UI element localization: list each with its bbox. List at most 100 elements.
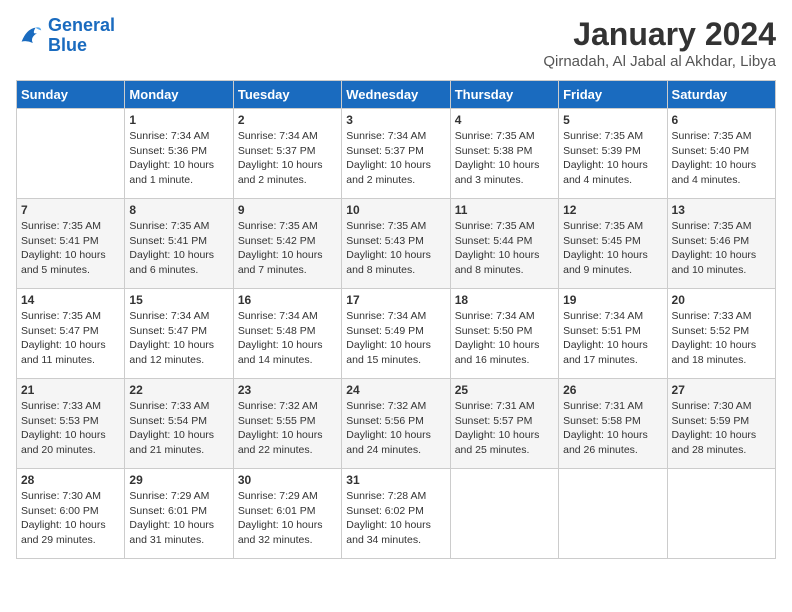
- calendar-cell: 25 Sunrise: 7:31 AMSunset: 5:57 PMDayligh…: [450, 379, 558, 469]
- day-number: 26: [563, 383, 662, 397]
- title-block: January 2024 Qirnadah, Al Jabal al Akhda…: [543, 16, 776, 70]
- calendar-cell: 31Sunrise: 7:28 AMSunset: 6:02 PMDayligh…: [342, 469, 450, 559]
- day-number: 28: [21, 473, 120, 487]
- calendar-cell: [667, 469, 775, 559]
- day-info: Sunrise: 7:33 AMSunset: 5:54 PMDaylight:…: [129, 399, 228, 458]
- calendar-cell: 8Sunrise: 7:35 AMSunset: 5:41 PMDaylight…: [125, 199, 233, 289]
- header-saturday: Saturday: [667, 81, 775, 109]
- day-info: Sunrise: 7:34 AMSunset: 5:49 PMDaylight:…: [346, 309, 445, 368]
- day-number: 14: [21, 293, 120, 307]
- calendar-cell: 18 Sunrise: 7:34 AMSunset: 5:50 PMDayligh…: [450, 289, 558, 379]
- header-wednesday: Wednesday: [342, 81, 450, 109]
- day-number: 22: [129, 383, 228, 397]
- calendar-cell: 11Sunrise: 7:35 AMSunset: 5:44 PMDayligh…: [450, 199, 558, 289]
- day-number: 23: [238, 383, 337, 397]
- day-info: Sunrise: 7:34 AMSunset: 5:36 PMDaylight:…: [129, 129, 228, 188]
- day-number: 10: [346, 203, 445, 217]
- calendar-cell: 22 Sunrise: 7:33 AMSunset: 5:54 PMDayligh…: [125, 379, 233, 469]
- calendar-cell: 15 Sunrise: 7:34 AMSunset: 5:47 PMDayligh…: [125, 289, 233, 379]
- day-info: Sunrise: 7:35 AMSunset: 5:46 PMDaylight:…: [672, 219, 771, 278]
- header-thursday: Thursday: [450, 81, 558, 109]
- day-info: Sunrise: 7:35 AMSunset: 5:40 PMDaylight:…: [672, 129, 771, 188]
- header-friday: Friday: [559, 81, 667, 109]
- calendar-cell: 19Sunrise: 7:34 AMSunset: 5:51 PMDayligh…: [559, 289, 667, 379]
- day-info: Sunrise: 7:35 AMSunset: 5:39 PMDaylight:…: [563, 129, 662, 188]
- day-info: Sunrise: 7:35 AMSunset: 5:44 PMDaylight:…: [455, 219, 554, 278]
- location-subtitle: Qirnadah, Al Jabal al Akhdar, Libya: [543, 53, 776, 70]
- header-sunday: Sunday: [17, 81, 125, 109]
- calendar-cell: 20 Sunrise: 7:33 AMSunset: 5:52 PMDayligh…: [667, 289, 775, 379]
- day-info: Sunrise: 7:30 AMSunset: 5:59 PMDaylight:…: [672, 399, 771, 458]
- day-info: Sunrise: 7:34 AMSunset: 5:37 PMDaylight:…: [238, 129, 337, 188]
- logo: General Blue: [16, 16, 115, 56]
- calendar-cell: [17, 109, 125, 199]
- calendar-cell: 2 Sunrise: 7:34 AMSunset: 5:37 PMDaylight…: [233, 109, 341, 199]
- calendar-cell: 17 Sunrise: 7:34 AMSunset: 5:49 PMDayligh…: [342, 289, 450, 379]
- calendar-cell: 30 Sunrise: 7:29 AMSunset: 6:01 PMDayligh…: [233, 469, 341, 559]
- day-number: 6: [672, 113, 771, 127]
- day-info: Sunrise: 7:29 AMSunset: 6:01 PMDaylight:…: [129, 489, 228, 548]
- calendar-week-row: 21 Sunrise: 7:33 AMSunset: 5:53 PMDayligh…: [17, 379, 776, 469]
- day-number: 17: [346, 293, 445, 307]
- calendar-cell: 10 Sunrise: 7:35 AMSunset: 5:43 PMDayligh…: [342, 199, 450, 289]
- day-number: 8: [129, 203, 228, 217]
- day-number: 7: [21, 203, 120, 217]
- day-number: 30: [238, 473, 337, 487]
- day-number: 1: [129, 113, 228, 127]
- page-header: General Blue January 2024 Qirnadah, Al J…: [16, 16, 776, 70]
- day-info: Sunrise: 7:35 AMSunset: 5:47 PMDaylight:…: [21, 309, 120, 368]
- calendar-cell: [450, 469, 558, 559]
- day-number: 3: [346, 113, 445, 127]
- calendar-cell: 4Sunrise: 7:35 AMSunset: 5:38 PMDaylight…: [450, 109, 558, 199]
- calendar-cell: 12Sunrise: 7:35 AMSunset: 5:45 PMDayligh…: [559, 199, 667, 289]
- calendar-week-row: 14 Sunrise: 7:35 AMSunset: 5:47 PMDayligh…: [17, 289, 776, 379]
- day-info: Sunrise: 7:34 AMSunset: 5:51 PMDaylight:…: [563, 309, 662, 368]
- day-info: Sunrise: 7:34 AMSunset: 5:48 PMDaylight:…: [238, 309, 337, 368]
- day-info: Sunrise: 7:34 AMSunset: 5:50 PMDaylight:…: [455, 309, 554, 368]
- day-info: Sunrise: 7:33 AMSunset: 5:53 PMDaylight:…: [21, 399, 120, 458]
- day-number: 24: [346, 383, 445, 397]
- calendar-cell: 29 Sunrise: 7:29 AMSunset: 6:01 PMDayligh…: [125, 469, 233, 559]
- day-info: Sunrise: 7:32 AMSunset: 5:56 PMDaylight:…: [346, 399, 445, 458]
- calendar-cell: 28 Sunrise: 7:30 AMSunset: 6:00 PMDayligh…: [17, 469, 125, 559]
- calendar-cell: 16 Sunrise: 7:34 AMSunset: 5:48 PMDayligh…: [233, 289, 341, 379]
- day-number: 2: [238, 113, 337, 127]
- day-info: Sunrise: 7:35 AMSunset: 5:43 PMDaylight:…: [346, 219, 445, 278]
- day-number: 16: [238, 293, 337, 307]
- header-monday: Monday: [125, 81, 233, 109]
- day-info: Sunrise: 7:34 AMSunset: 5:37 PMDaylight:…: [346, 129, 445, 188]
- calendar-cell: 1 Sunrise: 7:34 AMSunset: 5:36 PMDaylight…: [125, 109, 233, 199]
- day-number: 15: [129, 293, 228, 307]
- day-number: 4: [455, 113, 554, 127]
- day-number: 18: [455, 293, 554, 307]
- calendar-cell: 14 Sunrise: 7:35 AMSunset: 5:47 PMDayligh…: [17, 289, 125, 379]
- calendar-cell: 26 Sunrise: 7:31 AMSunset: 5:58 PMDayligh…: [559, 379, 667, 469]
- day-info: Sunrise: 7:34 AMSunset: 5:47 PMDaylight:…: [129, 309, 228, 368]
- month-year-title: January 2024: [543, 16, 776, 53]
- calendar-cell: 3 Sunrise: 7:34 AMSunset: 5:37 PMDaylight…: [342, 109, 450, 199]
- day-number: 21: [21, 383, 120, 397]
- logo-icon: [16, 22, 44, 50]
- day-number: 31: [346, 473, 445, 487]
- calendar-cell: 5 Sunrise: 7:35 AMSunset: 5:39 PMDaylight…: [559, 109, 667, 199]
- calendar-cell: 13Sunrise: 7:35 AMSunset: 5:46 PMDayligh…: [667, 199, 775, 289]
- calendar-cell: 23Sunrise: 7:32 AMSunset: 5:55 PMDayligh…: [233, 379, 341, 469]
- calendar-week-row: 28 Sunrise: 7:30 AMSunset: 6:00 PMDayligh…: [17, 469, 776, 559]
- header-tuesday: Tuesday: [233, 81, 341, 109]
- day-info: Sunrise: 7:31 AMSunset: 5:57 PMDaylight:…: [455, 399, 554, 458]
- day-info: Sunrise: 7:31 AMSunset: 5:58 PMDaylight:…: [563, 399, 662, 458]
- day-number: 5: [563, 113, 662, 127]
- calendar-week-row: 1 Sunrise: 7:34 AMSunset: 5:36 PMDaylight…: [17, 109, 776, 199]
- calendar-cell: 21 Sunrise: 7:33 AMSunset: 5:53 PMDayligh…: [17, 379, 125, 469]
- day-info: Sunrise: 7:29 AMSunset: 6:01 PMDaylight:…: [238, 489, 337, 548]
- day-number: 20: [672, 293, 771, 307]
- day-number: 29: [129, 473, 228, 487]
- calendar-cell: 24 Sunrise: 7:32 AMSunset: 5:56 PMDayligh…: [342, 379, 450, 469]
- day-info: Sunrise: 7:33 AMSunset: 5:52 PMDaylight:…: [672, 309, 771, 368]
- day-info: Sunrise: 7:35 AMSunset: 5:41 PMDaylight:…: [21, 219, 120, 278]
- logo-text: General Blue: [48, 16, 115, 56]
- day-info: Sunrise: 7:30 AMSunset: 6:00 PMDaylight:…: [21, 489, 120, 548]
- day-number: 25: [455, 383, 554, 397]
- day-number: 27: [672, 383, 771, 397]
- calendar-week-row: 7 Sunrise: 7:35 AMSunset: 5:41 PMDaylight…: [17, 199, 776, 289]
